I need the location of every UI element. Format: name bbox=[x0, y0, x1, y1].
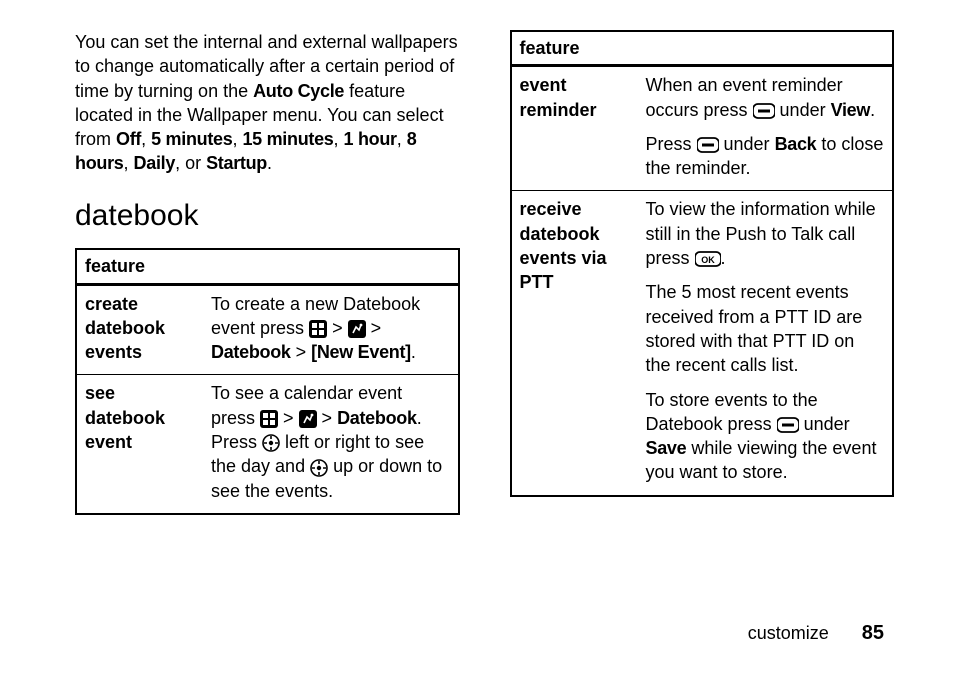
auto-cycle-label: Auto Cycle bbox=[253, 81, 344, 101]
opt-off: Off bbox=[116, 129, 141, 149]
opt-1hour: 1 hour bbox=[344, 129, 397, 149]
page-footer: customize 85 bbox=[748, 620, 884, 647]
softkey-icon bbox=[697, 137, 719, 153]
datebook-table-right: feature event reminder When an event rem… bbox=[510, 30, 895, 497]
page-number: 85 bbox=[862, 622, 884, 644]
feature-description: To view the information while still in t… bbox=[638, 191, 894, 496]
opt-15min: 15 minutes bbox=[242, 129, 333, 149]
nav-icon bbox=[262, 434, 280, 452]
intro-paragraph: You can set the internal and external wa… bbox=[75, 30, 460, 176]
feature-name: see datebook event bbox=[76, 375, 203, 514]
opt-5min: 5 minutes bbox=[151, 129, 232, 149]
opt-daily: Daily bbox=[134, 153, 176, 173]
feature-description: To see a calendar event press > > Datebo… bbox=[203, 375, 459, 514]
left-column: You can set the internal and external wa… bbox=[75, 30, 460, 515]
feature-name: create datebook events bbox=[76, 284, 203, 375]
right-column: feature event reminder When an event rem… bbox=[510, 30, 895, 515]
opt-startup: Startup bbox=[206, 153, 267, 173]
softkey-icon bbox=[777, 417, 799, 433]
softkey-icon bbox=[753, 103, 775, 119]
tools-icon bbox=[348, 320, 366, 338]
table-row: see datebook event To see a calendar eve… bbox=[76, 375, 459, 514]
datebook-table-left: feature create datebook events To create… bbox=[75, 248, 460, 515]
nav-icon bbox=[310, 459, 328, 477]
ok-key-icon bbox=[695, 251, 721, 267]
tools-icon bbox=[299, 410, 317, 428]
menu-icon bbox=[260, 410, 278, 428]
table-header: feature bbox=[76, 249, 459, 284]
table-row: create datebook events To create a new D… bbox=[76, 284, 459, 375]
feature-name: receive datebook events via PTT bbox=[511, 191, 638, 496]
table-row: receive datebook events via PTT To view … bbox=[511, 191, 894, 496]
table-header: feature bbox=[511, 31, 894, 66]
feature-description: To create a new Datebook event press > >… bbox=[203, 284, 459, 375]
menu-icon bbox=[309, 320, 327, 338]
section-heading-datebook: datebook bbox=[75, 196, 460, 237]
table-row: event reminder When an event reminder oc… bbox=[511, 66, 894, 191]
feature-description: When an event reminder occurs press unde… bbox=[638, 66, 894, 191]
footer-section-label: customize bbox=[748, 623, 829, 643]
feature-name: event reminder bbox=[511, 66, 638, 191]
